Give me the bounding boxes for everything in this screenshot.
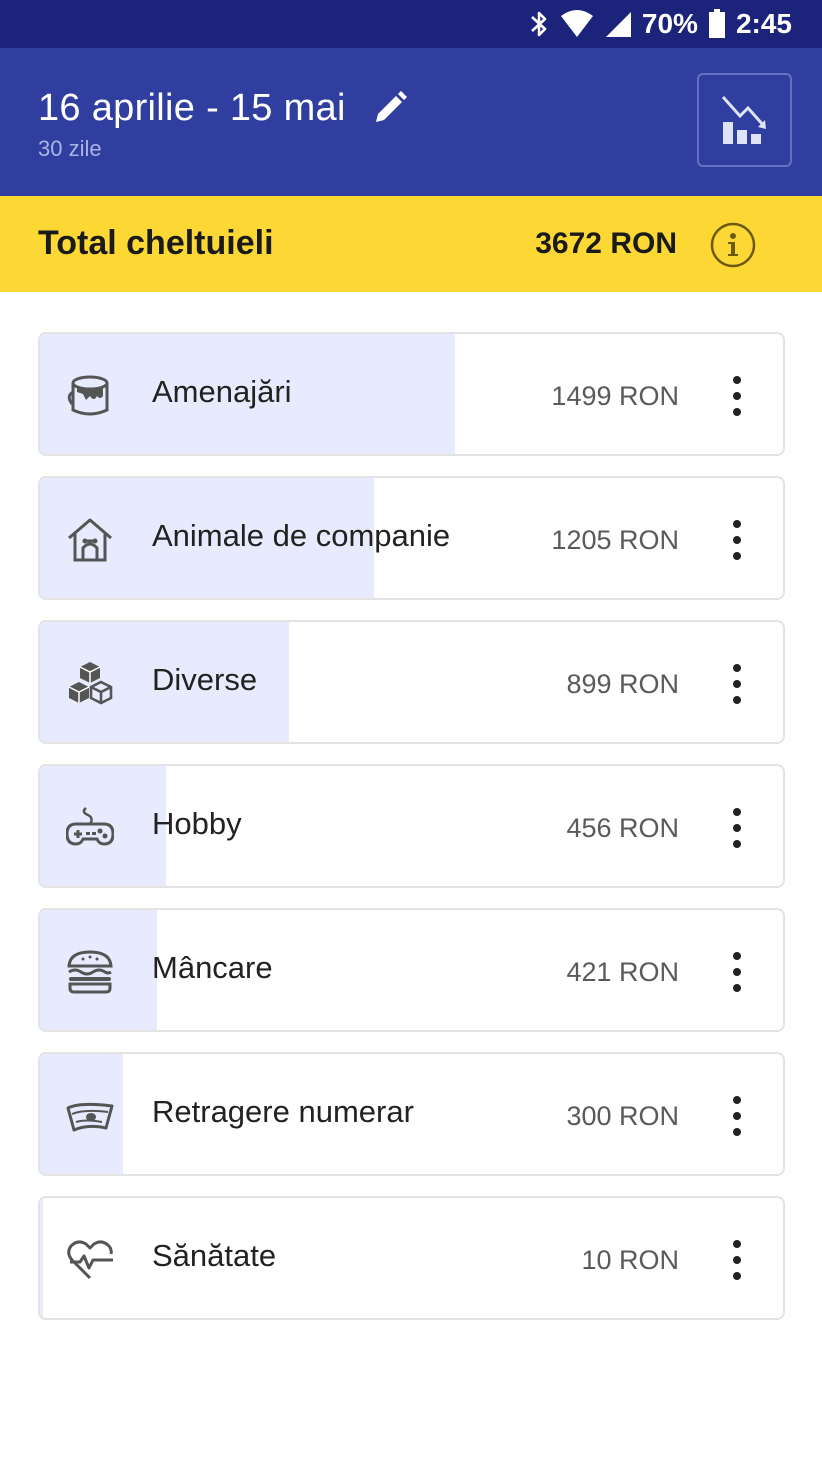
battery-icon xyxy=(708,9,726,39)
more-vert-icon[interactable] xyxy=(725,1092,749,1140)
cubes-icon xyxy=(66,660,114,708)
chart-trend-button[interactable] xyxy=(697,73,792,167)
bluetooth-icon xyxy=(528,9,550,39)
edit-pencil-icon[interactable] xyxy=(372,90,408,126)
category-amount: 10 RON xyxy=(581,1245,679,1275)
more-vert-icon[interactable] xyxy=(725,372,749,420)
clock: 2:45 xyxy=(735,8,792,39)
category-card[interactable]: Hobby 456 RON xyxy=(38,764,785,888)
category-amount: 899 RON xyxy=(566,669,679,699)
gamepad-icon xyxy=(65,804,115,852)
signal-icon xyxy=(604,10,632,38)
chart-down-icon xyxy=(721,95,766,144)
more-vert-icon[interactable] xyxy=(725,516,749,564)
total-label: Total cheltuieli xyxy=(38,224,274,262)
total-value: 3672 RON xyxy=(535,227,677,260)
category-amount: 1205 RON xyxy=(551,525,679,555)
category-amount: 300 RON xyxy=(566,1101,679,1131)
category-card[interactable]: Retragere numerar 300 RON xyxy=(38,1052,785,1176)
category-name: Mâncare xyxy=(152,950,273,985)
category-name: Sănătate xyxy=(152,1238,277,1273)
burger-icon xyxy=(66,948,114,996)
category-card[interactable]: Diverse 899 RON xyxy=(38,620,785,744)
battery-percent: 70% xyxy=(641,8,698,39)
more-vert-icon[interactable] xyxy=(725,1236,749,1284)
total-expenses-bar: Total cheltuieli 3672 RON xyxy=(0,196,822,292)
category-name: Amenajări xyxy=(152,374,292,409)
category-name: Diverse xyxy=(152,662,258,697)
period-days: 30 zile xyxy=(38,136,102,161)
more-vert-icon[interactable] xyxy=(725,660,749,708)
status-icons: 70% 2:45 xyxy=(528,0,792,48)
status-bar: 70% 2:45 xyxy=(0,0,822,48)
app-header: 16 aprilie - 15 mai 30 zile xyxy=(0,48,822,196)
paint-bucket-icon xyxy=(66,372,114,420)
info-icon[interactable] xyxy=(710,222,756,268)
category-amount: 456 RON xyxy=(566,813,679,843)
category-list: Amenajări 1499 RON Animale de companie 1… xyxy=(38,332,785,1340)
cash-icon xyxy=(66,1092,114,1140)
wifi-icon xyxy=(560,10,594,38)
category-card[interactable]: Animale de companie 1205 RON xyxy=(38,476,785,600)
category-name: Animale de companie xyxy=(152,518,451,553)
category-card[interactable]: Mâncare 421 RON xyxy=(38,908,785,1032)
more-vert-icon[interactable] xyxy=(725,804,749,852)
category-card[interactable]: Sănătate 10 RON xyxy=(38,1196,785,1320)
category-progress-fill xyxy=(40,1198,43,1318)
heartbeat-icon xyxy=(66,1236,114,1284)
category-amount: 421 RON xyxy=(566,957,679,987)
period-title[interactable]: 16 aprilie - 15 mai xyxy=(38,86,346,130)
category-name: Retragere numerar xyxy=(152,1094,414,1129)
more-vert-icon[interactable] xyxy=(725,948,749,996)
pet-house-icon xyxy=(66,516,114,564)
category-card[interactable]: Amenajări 1499 RON xyxy=(38,332,785,456)
category-amount: 1499 RON xyxy=(551,381,679,411)
category-name: Hobby xyxy=(152,806,242,841)
